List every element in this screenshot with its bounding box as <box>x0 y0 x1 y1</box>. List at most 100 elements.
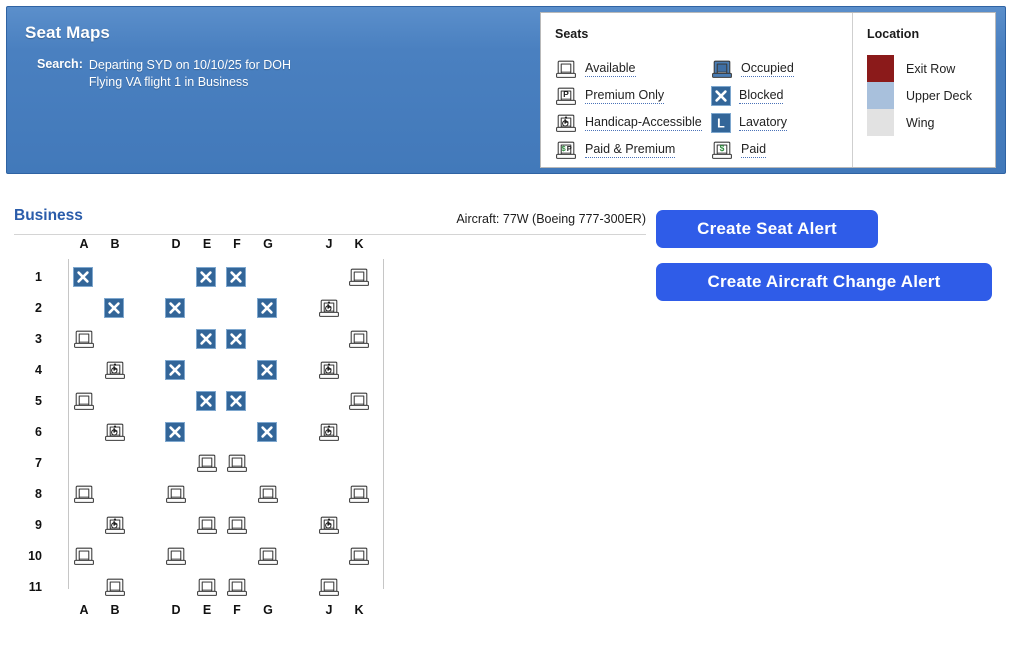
seat-8D-available[interactable] <box>165 484 187 504</box>
legend-item-label: Occupied <box>741 60 794 77</box>
column-letter-a-bottom: A <box>79 603 89 617</box>
column-letter-b-bottom: B <box>110 603 120 617</box>
seat-1K-available[interactable] <box>348 267 370 287</box>
row-number-9: 9 <box>35 518 42 532</box>
legend-seats-column: Seats Available P Premium Only Handicap-Acc… <box>541 13 853 167</box>
cabin-section-header: Business Aircraft: 77W (Boeing 777-300ER… <box>14 207 646 235</box>
column-letter-a-top: A <box>79 237 89 251</box>
seat-10D-available[interactable] <box>165 546 187 566</box>
row-number-1: 1 <box>35 270 42 284</box>
seat-3A-available[interactable] <box>73 329 95 349</box>
seat-4B-handicap[interactable] <box>104 360 126 380</box>
create-aircraft-change-alert-button[interactable]: Create Aircraft Change Alert <box>656 263 992 301</box>
legend-item: Blocked <box>697 82 852 109</box>
seat-2B-blocked[interactable] <box>104 298 126 318</box>
row-number-7: 7 <box>35 456 42 470</box>
legend-item: Available <box>541 55 697 82</box>
svg-text:P: P <box>563 89 569 99</box>
column-letter-k-bottom: K <box>354 603 364 617</box>
legend-location-label: Exit Row <box>906 61 956 76</box>
seat-1F-blocked[interactable] <box>226 267 248 287</box>
page-title: Seat Maps <box>25 23 110 42</box>
seat-4G-blocked[interactable] <box>257 360 279 380</box>
column-letter-g-bottom: G <box>263 603 273 617</box>
row-number-8: 8 <box>35 487 42 501</box>
seat-5A-available[interactable] <box>73 391 95 411</box>
seat-8A-available[interactable] <box>73 484 95 504</box>
seat-11J-available[interactable] <box>318 577 340 597</box>
legend-item: Occupied <box>697 55 852 82</box>
row-number-10: 10 <box>28 549 42 563</box>
legend-seats-list-right: Occupied Blocked L Lavatory $ Paid <box>697 55 852 163</box>
seat-7E-available[interactable] <box>196 453 218 473</box>
legend-item-label: Paid & Premium <box>585 141 676 158</box>
legend-item-label: Paid <box>741 141 767 158</box>
legend-panel: Seats Available P Premium Only Handicap-Acc… <box>540 12 996 168</box>
seat-9F-available[interactable] <box>226 515 248 535</box>
seat-5F-blocked[interactable] <box>226 391 248 411</box>
legend-location-item: Exit Row <box>867 55 972 82</box>
legend-location-item: Wing <box>867 109 972 136</box>
seat-2G-blocked[interactable] <box>257 298 279 318</box>
seat-3F-blocked[interactable] <box>226 329 248 349</box>
seat-4D-blocked[interactable] <box>165 360 187 380</box>
legend-item-label: Lavatory <box>739 114 787 131</box>
row-number-11: 11 <box>28 580 42 594</box>
seat-1E-blocked[interactable] <box>196 267 218 287</box>
seat-11B-available[interactable] <box>104 577 126 597</box>
seat-5K-available[interactable] <box>348 391 370 411</box>
column-letter-e-top: E <box>202 237 212 251</box>
legend-item-label: Handicap-Accessible <box>585 114 702 131</box>
seat-9E-available[interactable] <box>196 515 218 535</box>
seat-7F-available[interactable] <box>226 453 248 473</box>
lavatory-icon: L <box>711 112 731 133</box>
seat-11F-available[interactable] <box>226 577 248 597</box>
row-number-6: 6 <box>35 425 42 439</box>
seat-map-page: Seat Maps Search: Departing SYD on 10/10… <box>0 0 1024 660</box>
seat-paid-icon: $ <box>711 140 733 160</box>
seat-available-icon <box>555 59 577 79</box>
seat-paid-premium-icon: $ P <box>555 140 577 160</box>
seat-6B-handicap[interactable] <box>104 422 126 442</box>
search-lines: Departing SYD on 10/10/25 for DOH Flying… <box>89 57 291 91</box>
column-letter-f-top: F <box>233 237 241 251</box>
column-letter-j-top: J <box>325 237 333 251</box>
seat-9B-handicap[interactable] <box>104 515 126 535</box>
seat-8K-available[interactable] <box>348 484 370 504</box>
svg-text:L: L <box>717 116 725 130</box>
seat-3K-available[interactable] <box>348 329 370 349</box>
column-letter-f-bottom: F <box>233 603 241 617</box>
seat-10K-available[interactable] <box>348 546 370 566</box>
seat-8G-available[interactable] <box>257 484 279 504</box>
seat-map-grid: A B D E F G J K A B D E F G J K 1 2 3 4 5 6 7 8 9 10 11 <box>0 235 420 635</box>
seat-11E-available[interactable] <box>196 577 218 597</box>
seat-10A-available[interactable] <box>73 546 95 566</box>
aircraft-type-label: Aircraft: 77W (Boeing 777-300ER) <box>456 212 646 226</box>
location-color-swatch <box>867 55 894 82</box>
search-label: Search: <box>37 57 83 71</box>
legend-item-label: Blocked <box>739 87 784 104</box>
seat-9J-handicap[interactable] <box>318 515 340 535</box>
row-number-3: 3 <box>35 332 42 346</box>
seat-2D-blocked[interactable] <box>165 298 187 318</box>
seat-3E-blocked[interactable] <box>196 329 218 349</box>
seat-premium-icon: P <box>555 86 577 106</box>
legend-location-column: Location Exit Row Upper Deck Wing <box>853 13 995 167</box>
create-seat-alert-button[interactable]: Create Seat Alert <box>656 210 878 248</box>
legend-location-label: Wing <box>906 115 935 130</box>
seat-6D-blocked[interactable] <box>165 422 187 442</box>
svg-text:P: P <box>567 144 572 153</box>
location-color-swatch <box>867 109 894 136</box>
seat-2J-handicap[interactable] <box>318 298 340 318</box>
seat-4J-handicap[interactable] <box>318 360 340 380</box>
seat-6J-handicap[interactable] <box>318 422 340 442</box>
legend-location-heading: Location <box>867 27 920 41</box>
seat-1A-blocked[interactable] <box>73 267 95 287</box>
seat-blocked-icon <box>711 85 731 106</box>
cabin-class-title: Business <box>14 207 83 224</box>
seat-10G-available[interactable] <box>257 546 279 566</box>
seat-6G-blocked[interactable] <box>257 422 279 442</box>
row-number-2: 2 <box>35 301 42 315</box>
seat-5E-blocked[interactable] <box>196 391 218 411</box>
column-letter-k-top: K <box>354 237 364 251</box>
